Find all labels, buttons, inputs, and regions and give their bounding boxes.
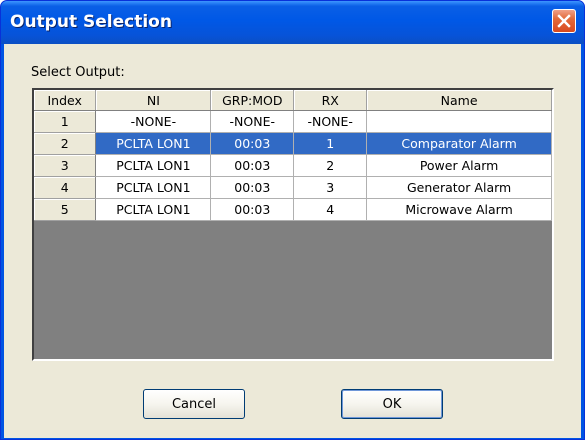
column-header-name[interactable]: Name — [366, 90, 552, 111]
output-table: Index NI GRP:MOD RX Name 1 -NONE- -NONE-… — [34, 90, 552, 221]
ni-cell[interactable]: PCLTA LON1 — [95, 154, 212, 177]
dialog-body: Select Output: Index NI GRP:MOD RX Name … — [4, 44, 581, 438]
name-cell[interactable]: Comparator Alarm — [366, 132, 552, 155]
row-index-cell[interactable]: 4 — [34, 176, 97, 199]
rx-cell[interactable]: 2 — [293, 154, 368, 177]
ni-cell[interactable]: -NONE- — [95, 110, 212, 133]
grp-mod-cell[interactable]: -NONE- — [210, 110, 295, 133]
cancel-button[interactable]: Cancel — [143, 389, 245, 419]
name-cell[interactable]: Power Alarm — [366, 154, 552, 177]
title-bar[interactable]: Output Selection — [1, 1, 584, 44]
column-header-rx[interactable]: RX — [293, 90, 368, 111]
rx-cell[interactable]: -NONE- — [293, 110, 368, 133]
table-row[interactable]: 5 PCLTA LON1 00:03 4 Microwave Alarm — [34, 198, 552, 221]
grp-mod-cell[interactable]: 00:03 — [210, 154, 295, 177]
column-header-ni[interactable]: NI — [95, 90, 212, 111]
column-header-grp-mod[interactable]: GRP:MOD — [210, 90, 295, 111]
select-output-label: Select Output: — [31, 65, 125, 80]
close-button[interactable] — [552, 9, 576, 33]
name-cell[interactable] — [366, 110, 552, 133]
header-row: Index NI GRP:MOD RX Name — [34, 90, 552, 111]
row-index-cell[interactable]: 5 — [34, 198, 97, 221]
name-cell[interactable]: Generator Alarm — [366, 176, 552, 199]
table-row[interactable]: 4 PCLTA LON1 00:03 3 Generator Alarm — [34, 176, 552, 199]
ok-button[interactable]: OK — [341, 389, 443, 419]
grp-mod-cell[interactable]: 00:03 — [210, 132, 295, 155]
table-row[interactable]: 3 PCLTA LON1 00:03 2 Power Alarm — [34, 154, 552, 177]
grp-mod-cell[interactable]: 00:03 — [210, 198, 295, 221]
row-index-cell[interactable]: 2 — [34, 132, 97, 155]
close-icon — [557, 14, 571, 28]
row-index-cell[interactable]: 3 — [34, 154, 97, 177]
row-index-cell[interactable]: 1 — [34, 110, 97, 133]
ni-cell[interactable]: PCLTA LON1 — [95, 176, 212, 199]
rx-cell[interactable]: 4 — [293, 198, 368, 221]
rx-cell[interactable]: 3 — [293, 176, 368, 199]
name-cell[interactable]: Microwave Alarm — [366, 198, 552, 221]
ni-cell[interactable]: PCLTA LON1 — [95, 132, 212, 155]
ni-cell[interactable]: PCLTA LON1 — [95, 198, 212, 221]
column-header-index[interactable]: Index — [34, 90, 97, 111]
window-title: Output Selection — [10, 12, 172, 32]
output-selection-window: Output Selection Select Output: Index NI… — [0, 0, 585, 440]
grp-mod-cell[interactable]: 00:03 — [210, 176, 295, 199]
table-row-selected[interactable]: 2 PCLTA LON1 00:03 1 Comparator Alarm — [34, 132, 552, 155]
rx-cell[interactable]: 1 — [293, 132, 368, 155]
output-grid[interactable]: Index NI GRP:MOD RX Name 1 -NONE- -NONE-… — [32, 88, 554, 361]
table-row[interactable]: 1 -NONE- -NONE- -NONE- — [34, 110, 552, 133]
